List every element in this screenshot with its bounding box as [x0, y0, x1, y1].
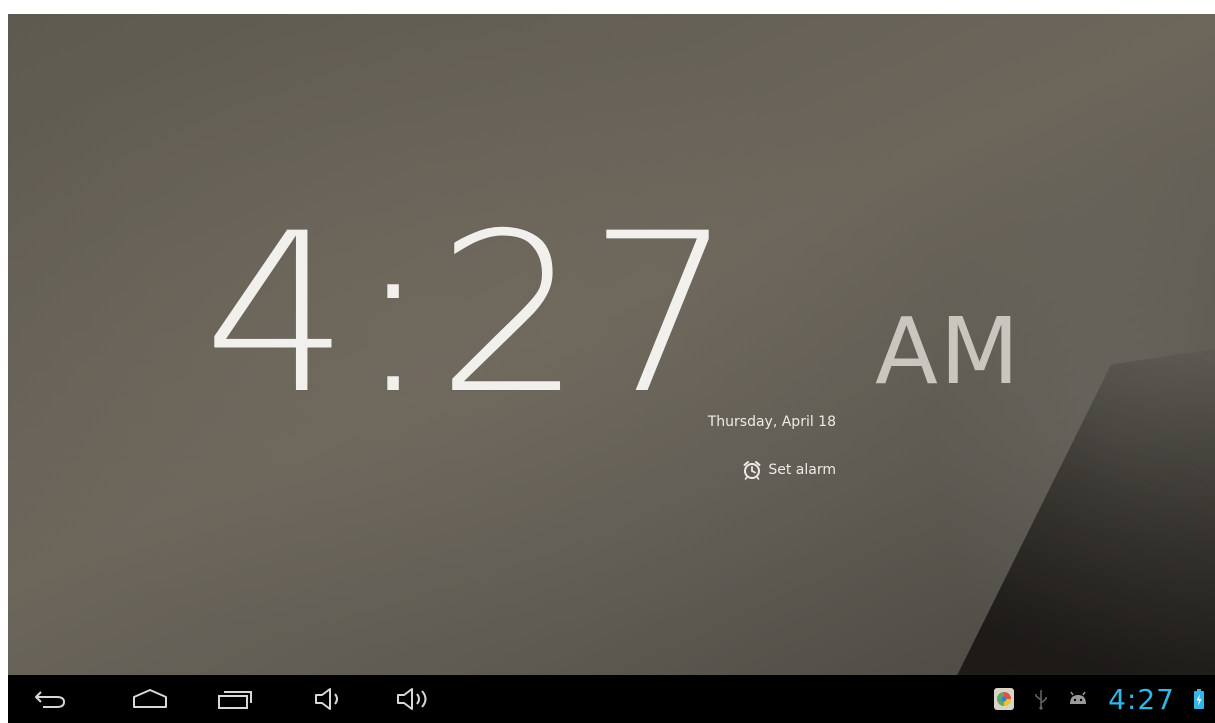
- clock-widget: 4:27 AM Thursday, April 18 Set alarm: [203, 204, 1053, 504]
- home-icon: [133, 689, 167, 708]
- app-notification-icon: [994, 688, 1015, 710]
- lock-screen: 4:27 AM Thursday, April 18 Set alarm 4:2…: [8, 14, 1215, 723]
- system-navigation-bar: 4:27: [8, 675, 1215, 723]
- volume-up-icon: [397, 688, 427, 710]
- alarm-clock-icon: [743, 461, 761, 480]
- volume-up-button[interactable]: [393, 683, 437, 715]
- date-label: Thursday, April 18: [707, 414, 836, 430]
- status-clock: 4:27: [1108, 682, 1175, 716]
- battery-charging-icon: [1194, 689, 1204, 709]
- back-arrow-icon: [35, 691, 66, 708]
- back-button[interactable]: [28, 683, 72, 715]
- home-button[interactable]: [128, 683, 172, 715]
- volume-down-button[interactable]: [308, 683, 352, 715]
- status-area[interactable]: 4:27: [992, 675, 1205, 723]
- volume-down-icon: [315, 688, 338, 710]
- recent-apps-icon: [218, 691, 252, 709]
- clock-time: 4:27: [203, 186, 739, 442]
- clock-ampm: AM: [875, 298, 1022, 405]
- recent-apps-button[interactable]: [213, 683, 257, 715]
- android-debug-icon: [1070, 691, 1087, 704]
- set-alarm-label: Set alarm: [768, 462, 836, 478]
- usb-icon: [1035, 690, 1047, 710]
- set-alarm-button[interactable]: Set alarm: [203, 460, 836, 480]
